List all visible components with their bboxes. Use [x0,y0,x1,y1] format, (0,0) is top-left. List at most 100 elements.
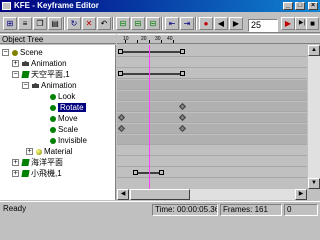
time-cursor[interactable] [149,45,150,189]
channel-icon [50,93,56,100]
keyframe[interactable] [180,71,185,76]
timeline-row-scale[interactable] [117,124,307,134]
play-icon[interactable]: ▶ [281,17,295,30]
copy-icon[interactable]: ❐ [33,17,47,30]
keyframe[interactable] [178,102,187,111]
tree-item-scale[interactable]: Scale [50,125,78,135]
keyframe-track [120,51,184,53]
refresh-icon[interactable]: ↻ [67,17,81,30]
object-tree-header: Object Tree [0,34,116,44]
minimize-button[interactable]: _ [283,2,293,10]
ruler-tick [161,40,162,43]
timeline-row-sky-plane[interactable] [117,69,307,79]
channel-icon [50,104,56,111]
expand-icon[interactable]: + [12,159,19,166]
object-icon [21,159,30,167]
next-key-icon[interactable]: ▶ [229,17,243,30]
keyframe[interactable] [133,170,138,175]
timeline-row-look[interactable] [117,91,307,101]
ruler-tick [173,40,174,43]
object-icon [21,170,30,178]
ruler-label: 30 [155,36,161,42]
key-track-icon[interactable]: ⊟ [131,17,145,30]
tree-item-label: Material [44,147,73,156]
tree-item-label: Animation [31,59,67,68]
toolbar-separator [63,17,65,30]
status-text: Ready [3,204,27,213]
status-bar: Ready Time: 00:00:05.36 Frames: 161 0 [0,201,320,216]
timeline-row-scene[interactable] [117,47,307,57]
track-icon[interactable]: ⊟ [146,17,160,30]
move-right-icon[interactable]: ⇥ [180,17,194,30]
scroll-left-icon[interactable]: ◀ [117,189,129,200]
add-track-icon[interactable]: ⊟ [116,17,130,30]
keyframe[interactable] [159,170,164,175]
timeline-row-small-plane[interactable] [117,168,307,178]
scroll-right-icon[interactable]: ▶ [295,189,307,200]
timeline-row-material[interactable] [117,146,307,156]
vertical-scrollbar[interactable]: ▲ ▼ [307,45,320,189]
tree-item-rotate[interactable]: Rotate [50,103,86,113]
previous-key-icon[interactable]: ◀ [214,17,228,30]
keyframe[interactable] [117,113,126,122]
extra-readout: 0 [284,204,318,216]
keyframe-editor-window: KFE - Keyframe Editor _ □ × ⊞ ≡ ❐ ▤ ↻ ✕ … [0,0,320,216]
timeline-row-rotate[interactable] [117,102,307,112]
collapse-icon[interactable]: − [12,71,19,78]
tree-item-look[interactable]: Look [50,92,75,102]
record-icon[interactable]: ● [199,17,213,30]
tree-item-label: Scene [20,48,43,57]
title-bar[interactable]: KFE - Keyframe Editor _ □ × [0,0,320,12]
keyframe[interactable] [178,113,187,122]
keyframe[interactable] [118,49,123,54]
app-icon [2,2,11,10]
undo-icon[interactable]: ↶ [97,17,111,30]
move-left-icon[interactable]: ⇤ [165,17,179,30]
timeline-row-ocean-plane[interactable] [117,157,307,167]
align-icon[interactable]: ≡ [18,17,32,30]
tree-item-label: Invisible [58,136,87,145]
timeline-row-invisible[interactable] [117,135,307,145]
paste-icon[interactable]: ▤ [48,17,62,30]
maximize-button[interactable]: □ [295,2,305,10]
keyframe[interactable] [180,49,185,54]
window-title: KFE - Keyframe Editor [14,1,99,10]
horizontal-scrollbar[interactable]: ◀ ▶ [117,189,307,200]
object-tree[interactable]: − Scene + Animation − 天空平面,1 − Animation… [0,45,116,200]
tree-item-label: Animation [41,81,77,90]
scrollbar-corner [307,189,320,200]
scroll-down-icon[interactable]: ▼ [308,178,320,189]
ruler-tick [137,40,138,43]
keyframe[interactable] [178,124,187,133]
tree-item-invisible[interactable]: Invisible [50,136,87,146]
expand-icon[interactable]: + [26,148,33,155]
timeline-row-sky-animation[interactable] [117,80,307,90]
toolbar-separator [161,17,163,30]
frame-number-input[interactable]: 25 [248,19,278,32]
keyframe[interactable] [118,71,123,76]
scroll-thumb[interactable] [130,189,190,200]
tree-view-icon[interactable]: ⊞ [3,17,17,30]
timeline-row-animation[interactable] [117,58,307,68]
expand-icon[interactable]: + [12,60,19,67]
timeline-row-move[interactable] [117,113,307,123]
collapse-icon[interactable]: − [22,82,29,89]
timeline-ruler[interactable]: 10 20 30 40 [117,34,320,44]
stop-icon[interactable]: ■ [306,17,319,30]
collapse-icon[interactable]: − [2,49,9,56]
keyframe[interactable] [117,124,126,133]
frames-label: Frames: [223,205,253,214]
delete-icon[interactable]: ✕ [82,17,96,30]
tree-item-label: Move [58,114,78,123]
frames-readout: Frames: 161 [220,204,282,216]
tree-item-label: 天空平面,1 [31,70,70,79]
tree-item-label: Rotate [58,103,86,112]
tree-item-move[interactable]: Move [50,114,78,124]
animation-icon [22,61,29,67]
scroll-up-icon[interactable]: ▲ [308,45,320,56]
timeline-area[interactable] [117,45,307,189]
close-button[interactable]: × [308,2,318,10]
expand-icon[interactable]: + [12,170,19,177]
channel-icon [50,115,56,122]
ruler-label: 10 [123,36,129,42]
